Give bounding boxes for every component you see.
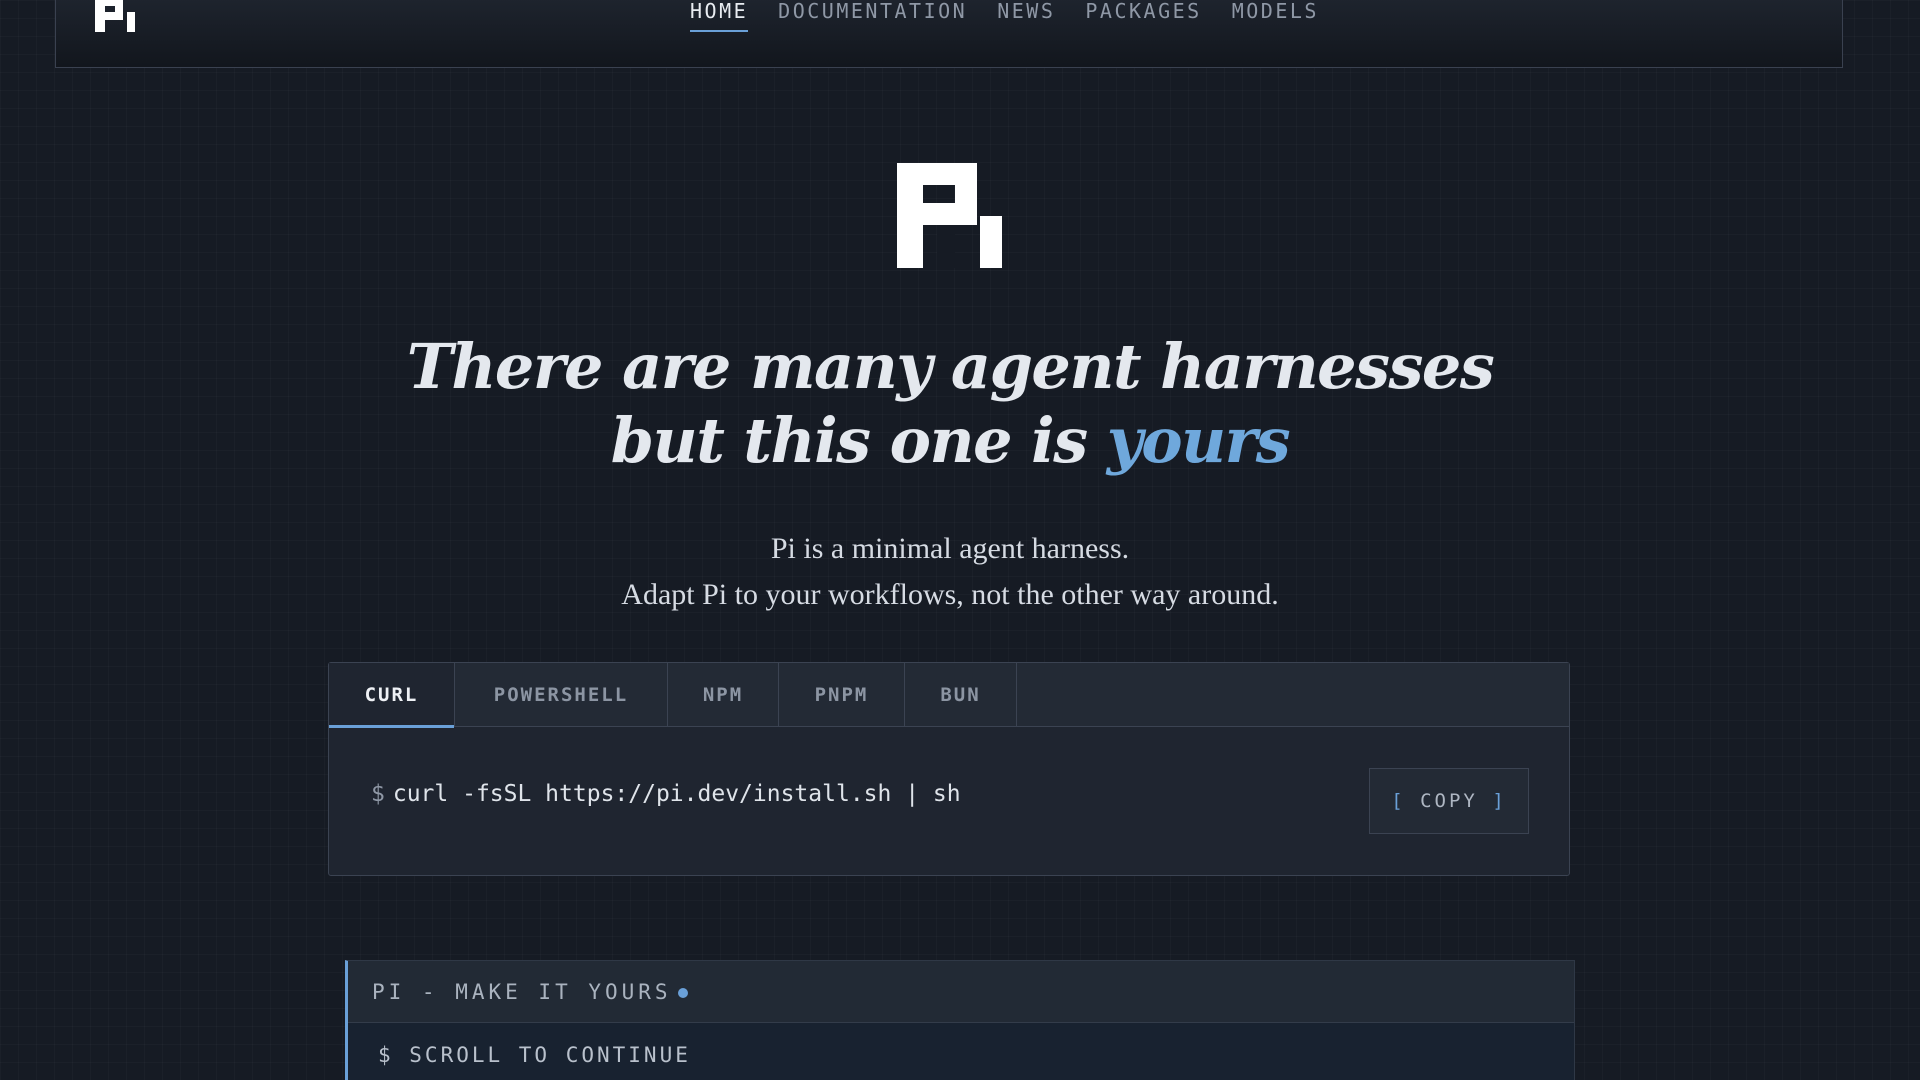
nav-link-models[interactable]: MODELS — [1232, 0, 1319, 34]
status-dot-icon — [677, 988, 688, 998]
headline-accent-word: yours — [1106, 404, 1291, 477]
command-row: $ curl -fsSL https://pi.dev/install.sh | … — [329, 727, 1569, 875]
hero-subtitle: Pi is a minimal agent harness. Adapt Pi … — [0, 526, 1900, 618]
top-navbar: HOME DOCUMENTATION NEWS PACKAGES MODELS — [55, 0, 1843, 68]
tab-npm[interactable]: NPM — [668, 663, 779, 727]
tab-bun[interactable]: BUN — [905, 663, 1017, 727]
tab-curl[interactable]: CURL — [329, 663, 455, 728]
terminal-section: PI - MAKE IT YOURS $ SCROLL TO CONTINUE — [345, 960, 1575, 1080]
copy-bracket-close: ] — [1492, 790, 1507, 812]
nav-link-packages[interactable]: PACKAGES — [1085, 0, 1201, 34]
headline-line-2-prefix: but this one is — [610, 404, 1107, 477]
copy-bracket-open: [ — [1391, 790, 1406, 812]
tab-pnpm[interactable]: PNPM — [779, 663, 905, 727]
scroll-hint: $ SCROLL TO CONTINUE — [378, 1043, 691, 1067]
nav-link-news[interactable]: NEWS — [997, 0, 1055, 34]
hero-headline: There are many agent harnesses but this … — [0, 330, 1900, 478]
copy-label: COPY — [1420, 790, 1478, 812]
main-nav: HOME DOCUMENTATION NEWS PACKAGES MODELS — [690, 0, 1349, 34]
nav-link-documentation[interactable]: DOCUMENTATION — [778, 0, 967, 34]
subtitle-line-2: Adapt Pi to your workflows, not the othe… — [621, 578, 1279, 611]
command-text: curl -fsSL https://pi.dev/install.sh | s… — [392, 781, 961, 807]
install-panel: CURL POWERSHELL NPM PNPM BUN $ curl -fsSL… — [328, 662, 1570, 876]
terminal-title: PI - MAKE IT YOURS — [372, 980, 672, 1004]
shell-prompt: $ — [371, 781, 385, 807]
terminal-header: PI - MAKE IT YOURS — [348, 961, 1574, 1023]
pi-logo-icon[interactable] — [95, 0, 135, 32]
nav-link-home[interactable]: HOME — [690, 0, 749, 34]
copy-button[interactable]: [ COPY ] — [1369, 768, 1529, 834]
install-tabs: CURL POWERSHELL NPM PNPM BUN — [329, 663, 1569, 728]
tab-powershell[interactable]: POWERSHELL — [455, 663, 668, 727]
subtitle-line-1: Pi is a minimal agent harness. — [770, 532, 1130, 565]
hero-pi-logo-icon — [897, 163, 1002, 268]
install-command[interactable]: $ curl -fsSL https://pi.dev/install.sh | … — [371, 781, 961, 807]
headline-line-1: There are many agent harnesses — [406, 330, 1495, 403]
